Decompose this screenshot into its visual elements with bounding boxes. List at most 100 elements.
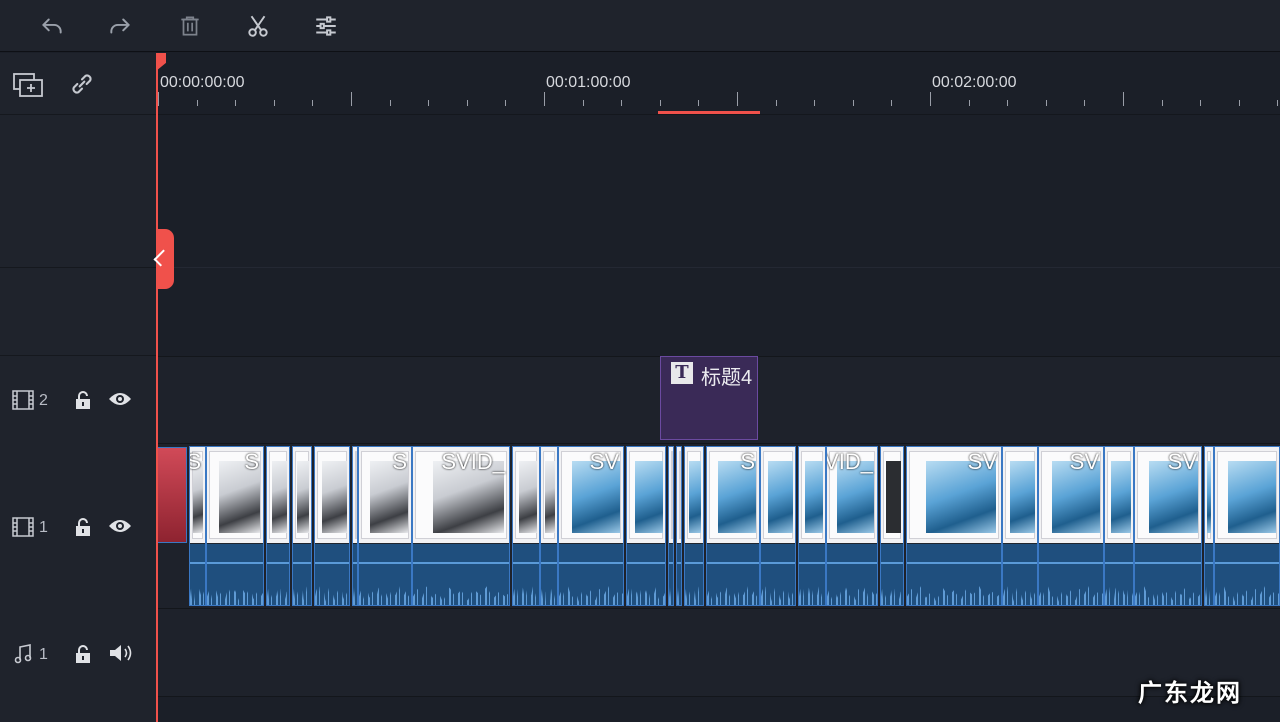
volume-line[interactable] bbox=[907, 562, 1001, 564]
lock-toggle[interactable] bbox=[74, 644, 92, 664]
video-clip[interactable] bbox=[880, 446, 904, 606]
video-clip[interactable] bbox=[798, 446, 826, 606]
volume-line[interactable] bbox=[1215, 562, 1279, 564]
thumbnail-image bbox=[1228, 461, 1276, 533]
video-clip[interactable] bbox=[157, 447, 187, 543]
waveform bbox=[559, 586, 623, 605]
volume-line[interactable] bbox=[627, 562, 665, 564]
visibility-toggle[interactable] bbox=[108, 518, 132, 534]
video-clip[interactable] bbox=[292, 446, 312, 606]
video-clip[interactable] bbox=[540, 446, 558, 606]
undo-button[interactable] bbox=[36, 10, 68, 42]
video-clip[interactable]: S bbox=[189, 446, 206, 606]
video-clip[interactable]: SV bbox=[1038, 446, 1104, 606]
thumbnail-image bbox=[1207, 461, 1211, 533]
volume-line[interactable] bbox=[353, 562, 357, 564]
video-clip[interactable] bbox=[668, 446, 674, 606]
video-clip[interactable] bbox=[314, 446, 350, 606]
video-clip[interactable] bbox=[1002, 446, 1038, 606]
video-clip[interactable]: S bbox=[206, 446, 264, 606]
volume-line[interactable] bbox=[293, 562, 311, 564]
volume-line[interactable] bbox=[413, 562, 509, 564]
timeline-ruler[interactable]: 00:00:00:00 00:01:00:00 00:02:00:00 bbox=[156, 53, 1280, 115]
volume-line[interactable] bbox=[881, 562, 903, 564]
title-clip-label: 标题4 bbox=[701, 367, 753, 389]
video-clip[interactable] bbox=[1204, 446, 1214, 606]
chevron-left-icon bbox=[153, 249, 171, 267]
add-track-button[interactable] bbox=[12, 71, 44, 99]
clip-name: SVID_ bbox=[827, 449, 873, 474]
volume-line[interactable] bbox=[1003, 562, 1037, 564]
clip-audio-waveform bbox=[627, 544, 665, 605]
video-clip[interactable] bbox=[676, 446, 682, 606]
lock-toggle[interactable] bbox=[74, 390, 92, 410]
delete-button[interactable] bbox=[174, 10, 206, 42]
video-clip[interactable] bbox=[760, 446, 796, 606]
ruler-tick bbox=[891, 100, 893, 106]
volume-line[interactable] bbox=[827, 562, 877, 564]
video-clip[interactable]: S bbox=[706, 446, 760, 606]
playhead-handle[interactable] bbox=[153, 229, 174, 289]
clip-name: SV bbox=[589, 449, 619, 474]
volume-line[interactable] bbox=[513, 562, 539, 564]
volume-line[interactable] bbox=[359, 562, 411, 564]
video-clip[interactable]: SV bbox=[906, 446, 1002, 606]
clip-name: SV bbox=[1167, 449, 1197, 474]
waveform bbox=[315, 586, 349, 605]
volume-line[interactable] bbox=[677, 562, 681, 564]
video-clip[interactable] bbox=[626, 446, 666, 606]
volume-line[interactable] bbox=[267, 562, 289, 564]
volume-line[interactable] bbox=[1039, 562, 1103, 564]
playhead[interactable] bbox=[156, 53, 158, 722]
volume-line[interactable] bbox=[559, 562, 623, 564]
clip-thumbnail bbox=[1105, 447, 1133, 543]
clip-audio-waveform bbox=[907, 544, 1001, 605]
ruler-tick bbox=[621, 100, 623, 106]
volume-line[interactable] bbox=[207, 562, 263, 564]
cut-button[interactable] bbox=[242, 10, 274, 42]
audio-track-1-lane[interactable] bbox=[156, 609, 1280, 697]
waveform bbox=[761, 586, 795, 605]
link-button[interactable] bbox=[68, 70, 96, 98]
empty-track-lane[interactable] bbox=[156, 268, 1280, 356]
video-clip[interactable]: SVID_ bbox=[826, 446, 878, 606]
volume-line[interactable] bbox=[799, 562, 825, 564]
mute-toggle[interactable] bbox=[108, 643, 134, 663]
volume-line[interactable] bbox=[669, 562, 673, 564]
empty-track-header bbox=[0, 115, 156, 268]
video-clip[interactable]: SVID_ bbox=[412, 446, 510, 606]
clip-thumbnail bbox=[1003, 447, 1037, 543]
volume-line[interactable] bbox=[761, 562, 795, 564]
volume-line[interactable] bbox=[1105, 562, 1133, 564]
empty-track-lane[interactable] bbox=[156, 115, 1280, 268]
adjust-button[interactable] bbox=[310, 10, 342, 42]
volume-line[interactable] bbox=[707, 562, 759, 564]
video-clip[interactable] bbox=[512, 446, 540, 606]
video-clip[interactable] bbox=[266, 446, 290, 606]
clip-audio-waveform bbox=[827, 544, 877, 605]
title-clip[interactable]: T 标题4 bbox=[660, 356, 758, 440]
selection-range-bar[interactable] bbox=[658, 111, 760, 114]
video-clip[interactable] bbox=[1104, 446, 1134, 606]
lock-toggle[interactable] bbox=[74, 517, 92, 537]
video-clip[interactable]: SV bbox=[558, 446, 624, 606]
visibility-toggle[interactable] bbox=[108, 391, 132, 407]
video-clip[interactable]: S bbox=[358, 446, 412, 606]
timeline-bottom-area bbox=[156, 697, 1280, 722]
video-clip[interactable]: SV bbox=[1134, 446, 1202, 606]
volume-line[interactable] bbox=[1135, 562, 1201, 564]
volume-line[interactable] bbox=[1205, 562, 1213, 564]
video-clip[interactable] bbox=[1214, 446, 1280, 606]
ruler-tick bbox=[428, 100, 430, 106]
thumbnail-frame bbox=[355, 451, 357, 539]
volume-line[interactable] bbox=[315, 562, 349, 564]
ruler-tick bbox=[351, 92, 352, 106]
film-icon bbox=[12, 389, 34, 411]
volume-line[interactable] bbox=[541, 562, 557, 564]
video-clip[interactable] bbox=[684, 446, 704, 606]
redo-button[interactable] bbox=[104, 10, 136, 42]
waveform bbox=[293, 586, 311, 605]
volume-line[interactable] bbox=[685, 562, 703, 564]
volume-line[interactable] bbox=[190, 562, 205, 564]
clip-audio-waveform bbox=[541, 544, 557, 605]
